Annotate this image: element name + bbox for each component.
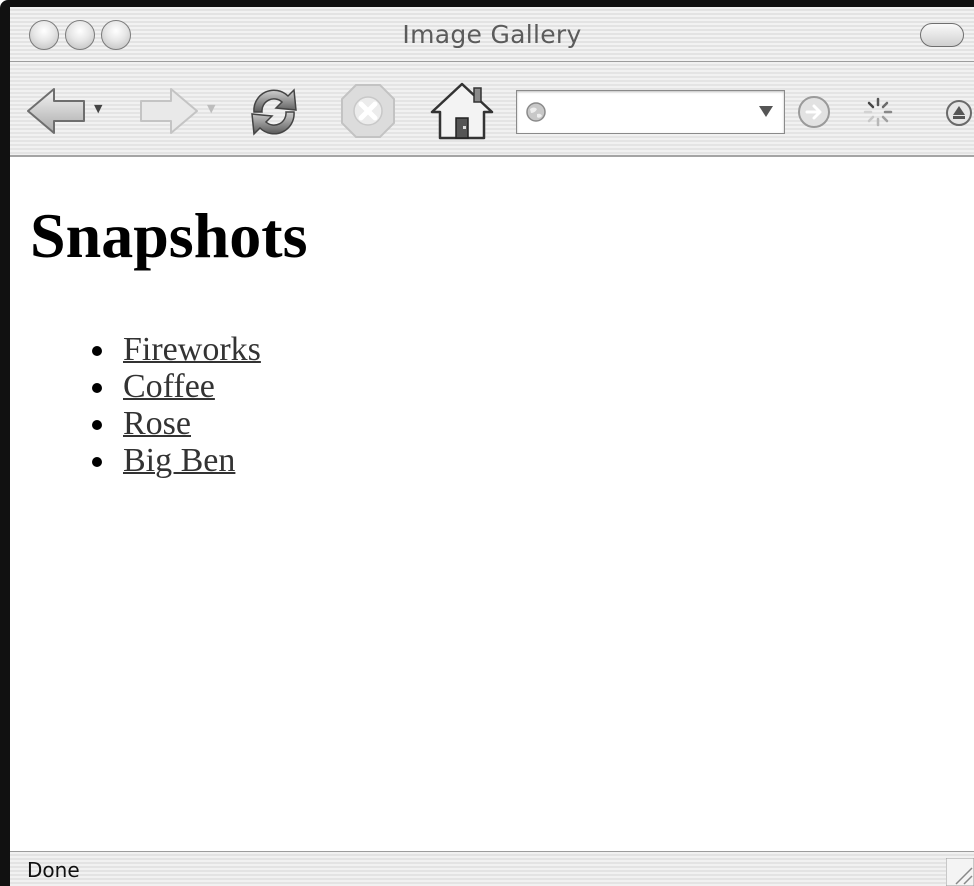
circle-up-icon <box>946 100 972 126</box>
home-button[interactable] <box>428 80 496 142</box>
browser-window: Image Gallery ▼ ▼ Snapshots Fireworks Co… <box>0 0 974 886</box>
toolbar-toggle-button[interactable] <box>920 23 964 47</box>
back-arrow-icon <box>27 88 85 134</box>
stop-button[interactable] <box>337 80 399 142</box>
forward-menu-arrow-icon[interactable]: ▼ <box>207 102 215 115</box>
forward-arrow-icon <box>140 88 198 134</box>
window-title: Image Gallery <box>402 20 582 49</box>
loading-spinner <box>862 96 894 128</box>
reload-button[interactable] <box>242 80 306 142</box>
spinner-icon <box>863 97 893 127</box>
resize-grip-icon[interactable] <box>946 858 974 886</box>
address-dropdown-icon[interactable] <box>758 103 774 119</box>
link-big-ben[interactable]: Big Ben <box>123 442 235 479</box>
go-button[interactable] <box>796 94 832 130</box>
title-bar: Image Gallery <box>10 7 974 62</box>
bullet-icon <box>92 346 102 356</box>
page-content: Snapshots Fireworks Coffee Rose Big Ben <box>10 157 974 851</box>
link-fireworks[interactable]: Fireworks <box>123 331 261 368</box>
back-button[interactable]: ▼ <box>24 80 102 142</box>
globe-icon <box>526 102 546 122</box>
link-coffee[interactable]: Coffee <box>123 368 215 405</box>
link-rose[interactable]: Rose <box>123 405 191 442</box>
forward-button[interactable]: ▼ <box>135 80 215 142</box>
go-arrow-icon <box>798 96 830 128</box>
bullet-icon <box>92 457 102 467</box>
status-text: Done <box>27 858 80 882</box>
address-input[interactable] <box>553 97 743 127</box>
status-bar: Done <box>10 851 974 886</box>
address-bar[interactable] <box>516 90 785 134</box>
bullet-icon <box>92 383 102 393</box>
activity-button[interactable] <box>944 98 974 128</box>
stop-icon <box>341 84 395 138</box>
page-heading: Snapshots <box>30 200 308 271</box>
navigation-toolbar: ▼ ▼ <box>10 62 974 157</box>
reload-icon <box>251 88 297 136</box>
home-icon <box>430 82 494 140</box>
back-menu-arrow-icon[interactable]: ▼ <box>94 102 102 115</box>
bullet-icon <box>92 420 102 430</box>
